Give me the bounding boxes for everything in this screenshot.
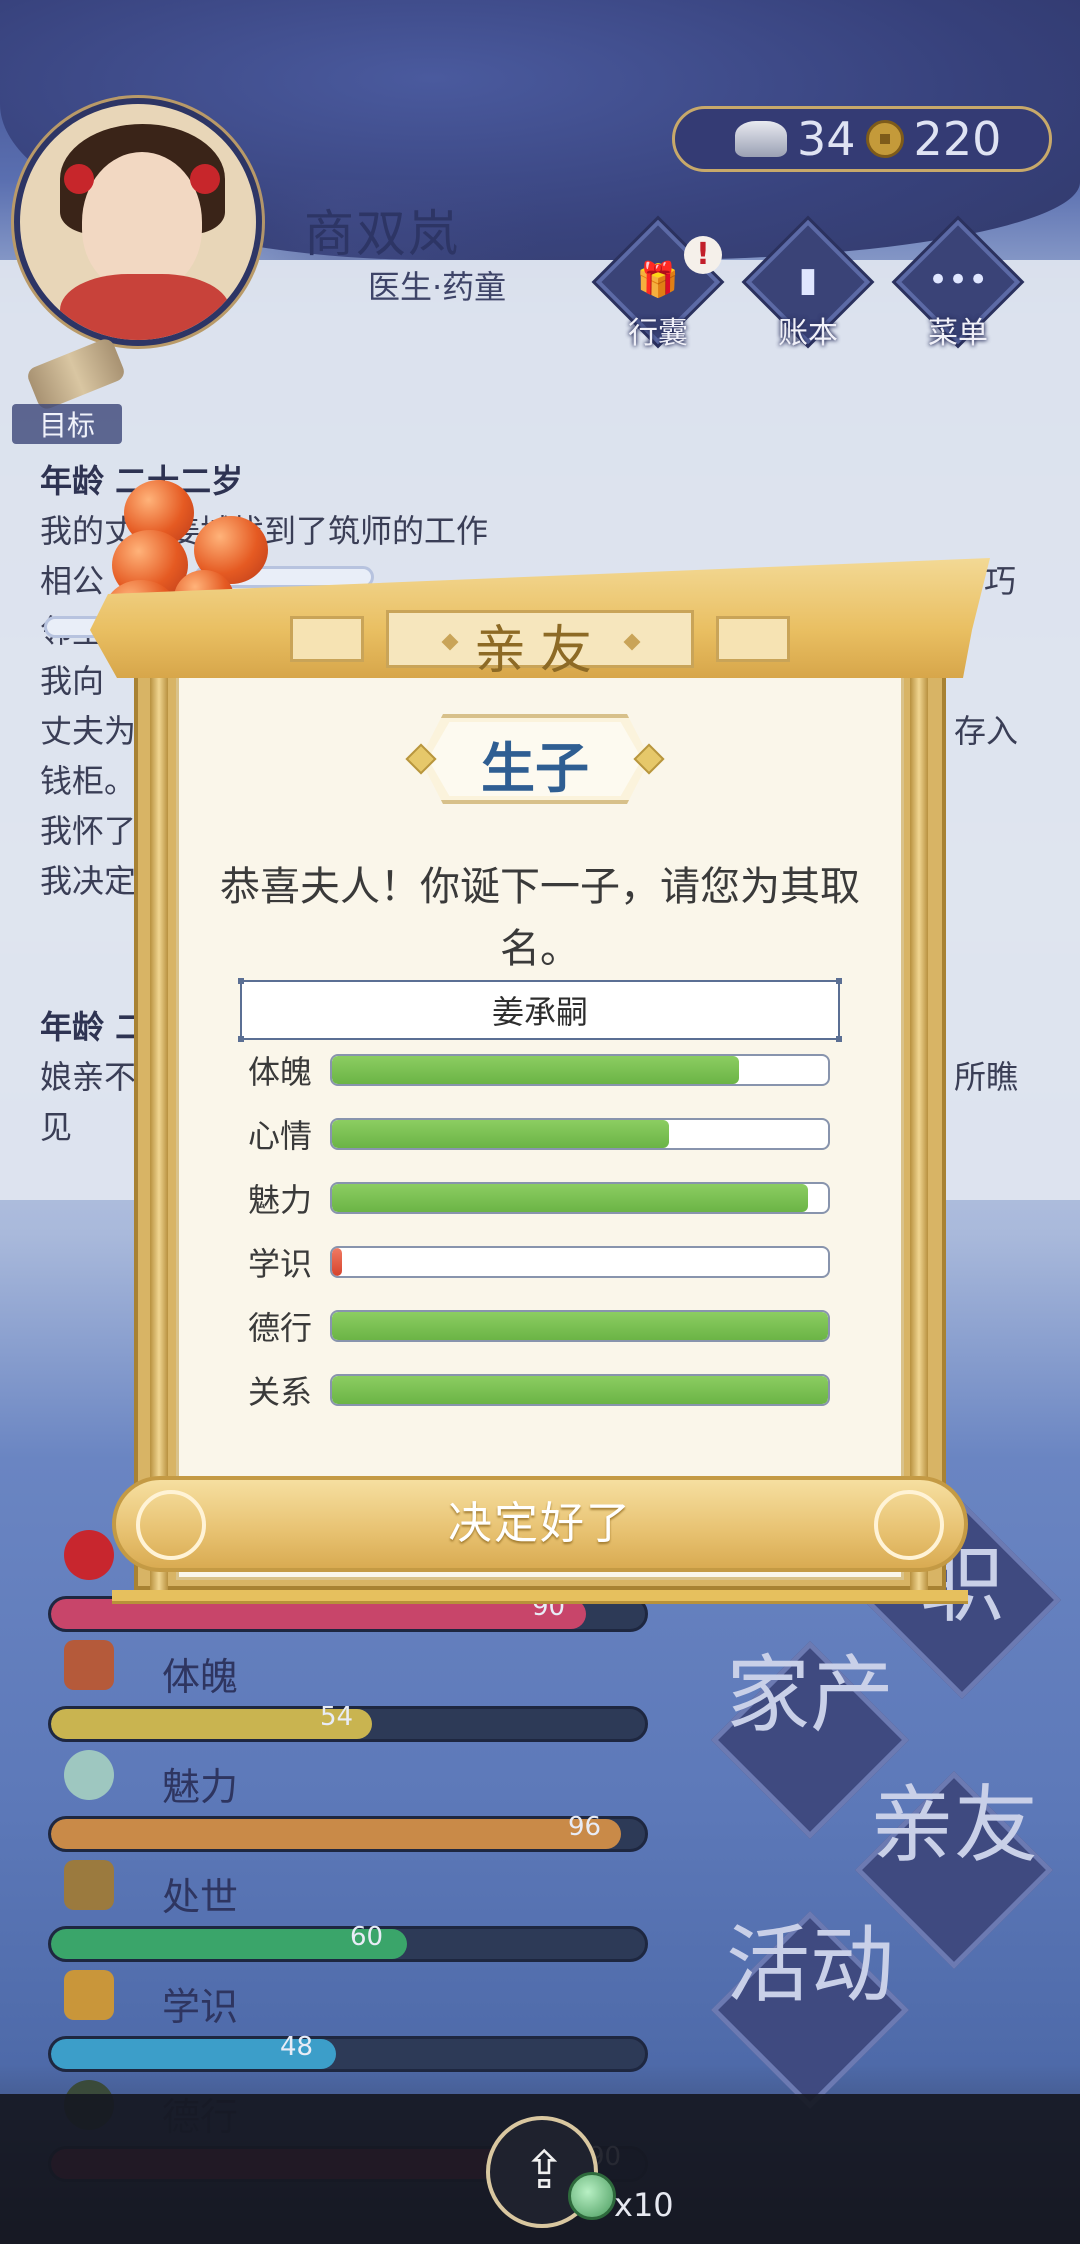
header-frame-right <box>716 616 790 662</box>
trait-label: 德行 <box>248 1309 313 1347</box>
family-event-modal: 亲友 生子 恭喜夫人！你诞下一子，请您为其取名。 体魄 心情 魅力 学识 德行 … <box>90 550 990 1610</box>
trait-label: 魅力 <box>248 1181 313 1219</box>
trait-track <box>330 1310 830 1342</box>
scroll-rod-left <box>150 650 168 1590</box>
trait-label: 体魄 <box>248 1053 313 1091</box>
header-frame-left <box>290 616 364 662</box>
trait-fill <box>332 1056 739 1084</box>
trait-label: 关系 <box>248 1373 313 1411</box>
trait-label: 学识 <box>248 1245 313 1283</box>
trait-track <box>330 1182 830 1214</box>
trait-label: 心情 <box>248 1117 313 1155</box>
confirm-label: 决定好了 <box>448 1498 632 1549</box>
scroll-rod-right <box>910 650 928 1590</box>
trait-fill <box>332 1312 828 1340</box>
confirm-underbar <box>112 1590 968 1604</box>
child-name-input[interactable] <box>240 980 840 1040</box>
trait-row-mood: 心情 <box>248 1114 848 1158</box>
confirm-button[interactable]: 决定好了 <box>112 1476 968 1572</box>
trait-row-physique: 体魄 <box>248 1050 848 1094</box>
trait-fill <box>332 1376 828 1404</box>
input-corner <box>238 1036 244 1042</box>
trait-row-relation: 关系 <box>248 1370 848 1414</box>
trait-track <box>330 1374 830 1406</box>
trait-track <box>330 1246 830 1278</box>
input-corner <box>836 978 842 984</box>
event-title: 生子 <box>481 737 589 800</box>
input-corner <box>238 978 244 984</box>
input-corner <box>836 1036 842 1042</box>
trait-row-virtue: 德行 <box>248 1306 848 1350</box>
trait-track <box>330 1054 830 1086</box>
trait-row-charm: 魅力 <box>248 1178 848 1222</box>
trait-fill <box>332 1248 342 1276</box>
modal-header-title: 亲友 <box>473 621 606 681</box>
event-message: 恭喜夫人！你诞下一子，请您为其取名。 <box>220 864 860 972</box>
trait-fill <box>332 1120 670 1148</box>
trait-row-knowledge: 学识 <box>248 1242 848 1286</box>
trait-track <box>330 1118 830 1150</box>
trait-fill <box>332 1184 809 1212</box>
